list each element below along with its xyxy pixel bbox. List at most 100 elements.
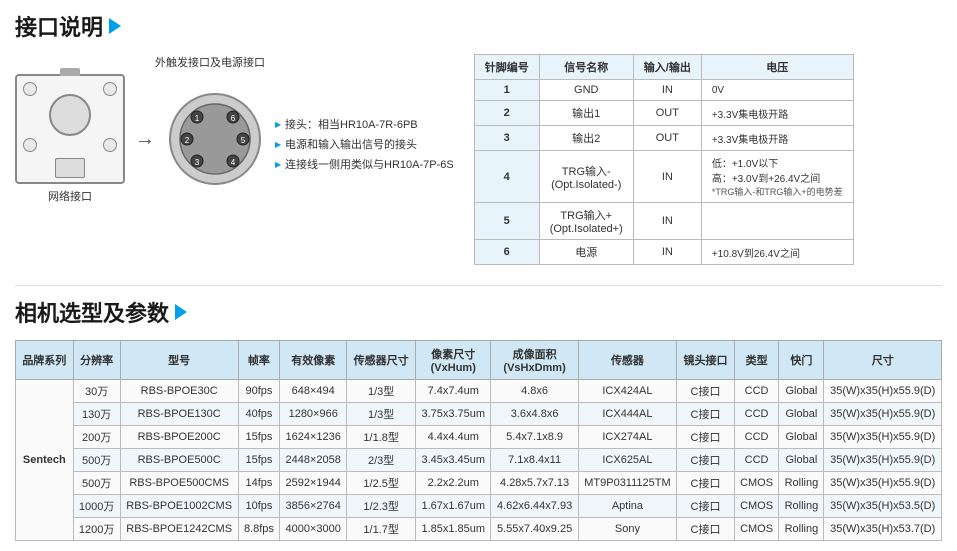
pin-row-2: 2 输出1 OUT +3.3V集电极开路 (474, 101, 853, 126)
sensor-size-7: 1/1.7型 (347, 518, 416, 541)
connector-info-container: 接头：相当HR10A-7R-6PB 电源和输入输出信号的接头 连接线一侧用类似与… (275, 110, 454, 175)
sensor-size-1: 1/3型 (347, 380, 416, 403)
pin-voltage-3: +3.3V集电极开路 (701, 126, 853, 151)
res-3: 200万 (73, 426, 120, 449)
pixels-3: 1624×1236 (280, 426, 347, 449)
lens-3: C接口 (677, 426, 735, 449)
product-row-7: 1200万 RBS-BPOE1242CMS 8.8fps 4000×3000 1… (16, 518, 942, 541)
image-area-1: 4.8x6 (491, 380, 578, 403)
sensor-size-6: 1/2.3型 (347, 495, 416, 518)
pin-row-6: 6 电源 IN +10.8V到26.4V之间 (474, 240, 853, 265)
circular-connector-svg: 1 6 2 5 3 (165, 89, 265, 189)
shutter-1: Global (779, 380, 824, 403)
ext-label: 外触发接口及电源接口 (155, 54, 265, 70)
image-area-7: 5.55x7.40x9.25 (491, 518, 578, 541)
sensor-7: Sony (578, 518, 677, 541)
col-sensor: 传感器 (578, 341, 677, 380)
col-fps: 帧率 (238, 341, 279, 380)
pin-num-2: 2 (474, 101, 539, 126)
fps-2: 40fps (238, 403, 279, 426)
pin-table-header-4: 电压 (701, 55, 853, 80)
sensor-size-3: 1/1.8型 (347, 426, 416, 449)
sensor-size-5: 1/2.5型 (347, 472, 416, 495)
shutter-6: Rolling (779, 495, 824, 518)
pin-voltage-5 (701, 203, 853, 240)
pixel-size-3: 4.4x4.4um (416, 426, 491, 449)
pin-signal-6: 电源 (539, 240, 633, 265)
fps-6: 10fps (238, 495, 279, 518)
product-row-1: Sentech 30万 RBS-BPOE30C 90fps 648×494 1/… (16, 380, 942, 403)
type-6: CMOS (734, 495, 778, 518)
shutter-7: Rolling (779, 518, 824, 541)
dim-4: 35(W)x35(H)x55.9(D) (824, 449, 942, 472)
fps-4: 15fps (238, 449, 279, 472)
sensor-1: ICX424AL (578, 380, 677, 403)
interface-section: 外触发接口及电源接口 网络接口 → (15, 54, 942, 265)
image-area-2: 3.6x4.8x6 (491, 403, 578, 426)
pixel-size-7: 1.85x1.85um (416, 518, 491, 541)
pin-table-header-3: 输入/输出 (633, 55, 701, 80)
sensor-size-4: 2/3型 (347, 449, 416, 472)
model-2: RBS-BPOE130C (120, 403, 238, 426)
model-1: RBS-BPOE30C (120, 380, 238, 403)
type-2: CCD (734, 403, 778, 426)
image-area-3: 5.4x7.1x8.9 (491, 426, 578, 449)
svg-text:5: 5 (241, 136, 246, 145)
res-6: 1000万 (73, 495, 120, 518)
col-lens: 镜头接口 (677, 341, 735, 380)
connector-diagrams: 外触发接口及电源接口 网络接口 → (15, 54, 454, 265)
interface-title: 接口说明 (15, 10, 103, 42)
lens-1: C接口 (677, 380, 735, 403)
screw-bl (23, 138, 37, 152)
pin-num-3: 3 (474, 126, 539, 151)
pin-row-3: 3 输出2 OUT +3.3V集电极开路 (474, 126, 853, 151)
dim-1: 35(W)x35(H)x55.9(D) (824, 380, 942, 403)
screw-tr (103, 82, 117, 96)
lens-2: C接口 (677, 403, 735, 426)
product-row-6: 1000万 RBS-BPOE1002CMS 10fps 3856×2764 1/… (16, 495, 942, 518)
diagrams-row: 网络接口 → 1 (15, 74, 454, 204)
eth-port (55, 158, 85, 178)
product-row-4: 500万 RBS-BPOE500C 15fps 2448×2058 2/3型 3… (16, 449, 942, 472)
pin-signal-3: 输出2 (539, 126, 633, 151)
pixel-size-6: 1.67x1.67um (416, 495, 491, 518)
title-arrow-icon (109, 18, 121, 34)
col-brand: 品牌系列 (16, 341, 74, 380)
image-area-4: 7.1x8.4x11 (491, 449, 578, 472)
pin-num-4: 4 (474, 151, 539, 203)
col-shutter: 快门 (779, 341, 824, 380)
res-5: 500万 (73, 472, 120, 495)
dim-3: 35(W)x35(H)x55.9(D) (824, 426, 942, 449)
lens-7: C接口 (677, 518, 735, 541)
col-res: 分辨率 (73, 341, 120, 380)
pin-voltage-6: +10.8V到26.4V之间 (701, 240, 853, 265)
col-pixels: 有效像素 (280, 341, 347, 380)
connector-info-item-1: 接头：相当HR10A-7R-6PB (275, 116, 454, 136)
col-dim: 尺寸 (824, 341, 942, 380)
pixel-size-1: 7.4x7.4um (416, 380, 491, 403)
type-7: CMOS (734, 518, 778, 541)
pin-voltage-1: 0V (701, 80, 853, 101)
sensor-6: Aptina (578, 495, 677, 518)
pin-signal-5: TRG输入+(Opt.Isolated+) (539, 203, 633, 240)
dim-2: 35(W)x35(H)x55.9(D) (824, 403, 942, 426)
lens-6: C接口 (677, 495, 735, 518)
fps-7: 8.8fps (238, 518, 279, 541)
camera-section-title: 相机选型及参数 (15, 296, 942, 328)
camera-section: 相机选型及参数 品牌系列 分辨率 型号 帧率 有效像素 传感器尺寸 像素尺寸(V… (15, 285, 942, 541)
model-7: RBS-BPOE1242CMS (120, 518, 238, 541)
arrow-right-icon: → (135, 128, 155, 151)
fps-3: 15fps (238, 426, 279, 449)
pin-io-2: OUT (633, 101, 701, 126)
pin-io-6: IN (633, 240, 701, 265)
pin-voltage-2: +3.3V集电极开路 (701, 101, 853, 126)
sensor-2: ICX444AL (578, 403, 677, 426)
pixels-6: 3856×2764 (280, 495, 347, 518)
res-4: 500万 (73, 449, 120, 472)
lens-4: C接口 (677, 449, 735, 472)
product-row-2: 130万 RBS-BPOE130C 40fps 1280×966 1/3型 3.… (16, 403, 942, 426)
col-pixel-size: 像素尺寸(VxHum) (416, 341, 491, 380)
pin-io-4: IN (633, 151, 701, 203)
pin-signal-4: TRG输入-(Opt.Isolated-) (539, 151, 633, 203)
top-connector (60, 68, 80, 76)
